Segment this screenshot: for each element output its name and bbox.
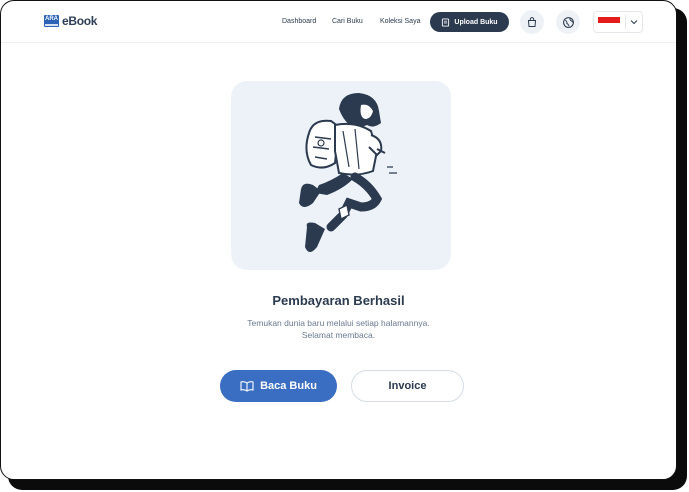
book-icon (240, 381, 254, 392)
logo-text: eBook (62, 14, 98, 28)
logo[interactable]: ARA eBook (44, 14, 97, 28)
invoice-button[interactable]: Invoice (351, 370, 464, 402)
language-globe-button[interactable] (556, 10, 580, 34)
language-divider (625, 15, 626, 29)
success-illustration (231, 81, 451, 270)
success-message: Temukan dunia baru melalui setiap halama… (1, 317, 676, 341)
success-message-line-1: Temukan dunia baru melalui setiap halama… (247, 318, 430, 328)
nav-cari-buku[interactable]: Cari Buku (332, 18, 363, 25)
upload-book-label: Upload Buku (454, 18, 498, 26)
read-book-button[interactable]: Baca Buku (220, 370, 337, 402)
app-window: ARA eBook Dashboard Cari Buku Koleksi Sa… (0, 0, 677, 480)
nav-dashboard[interactable]: Dashboard (282, 18, 316, 25)
indonesia-flag-icon (598, 17, 620, 29)
language-select[interactable] (593, 11, 643, 33)
logo-mark: ARA (44, 15, 59, 27)
success-message-line-2: Selamat membaca. (301, 330, 376, 340)
chevron-down-icon (630, 20, 638, 25)
upload-book-icon (442, 17, 450, 27)
invoice-label: Invoice (388, 380, 427, 392)
globe-icon (562, 16, 574, 28)
top-navbar: ARA eBook Dashboard Cari Buku Koleksi Sa… (1, 1, 676, 43)
page-title: Pembayaran Berhasil (272, 293, 405, 308)
jumping-reader-illustration (299, 93, 397, 252)
nav-koleksi-saya[interactable]: Koleksi Saya (380, 18, 420, 25)
read-book-label: Baca Buku (260, 380, 317, 392)
cart-button[interactable] (520, 10, 544, 34)
upload-book-button[interactable]: Upload Buku (430, 12, 509, 32)
bag-icon (527, 17, 537, 27)
